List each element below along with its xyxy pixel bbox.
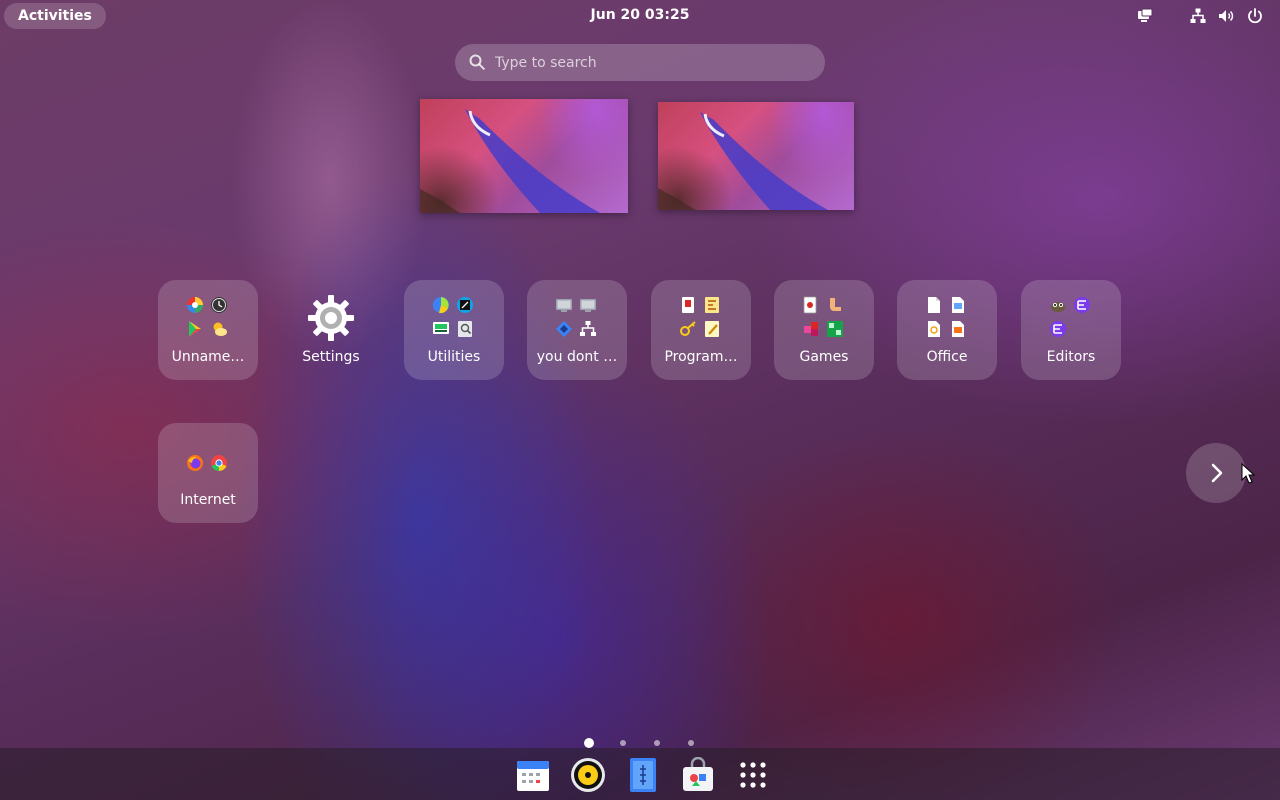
folder-label: Internet (180, 492, 236, 508)
gimp-icon (1049, 296, 1067, 314)
monitor-icon (432, 320, 450, 338)
text-editor-icon[interactable] (625, 757, 661, 793)
power-icon[interactable] (1246, 7, 1264, 25)
clock: Jun 20 03:25 (0, 7, 1280, 23)
folder-label: Program… (664, 349, 738, 365)
draw-icon (925, 320, 943, 338)
page-dot-4[interactable] (688, 740, 694, 746)
mouse-pointer-icon (1241, 463, 1255, 484)
calendar-icon[interactable] (515, 757, 551, 793)
search-input[interactable] (495, 44, 815, 81)
page-indicator (0, 738, 1280, 748)
app-folder-programming[interactable]: Program… (651, 280, 751, 380)
chrome-icon (210, 454, 228, 472)
app-settings[interactable]: Settings (281, 280, 381, 380)
app-folder-editors[interactable]: Editors (1021, 280, 1121, 380)
clock-icon (210, 296, 228, 314)
folder-label: Editors (1046, 349, 1096, 365)
color-picker-icon (186, 296, 204, 314)
red-app-icon (679, 296, 697, 314)
top-bar: Activities Jun 20 03:25 (0, 0, 1280, 32)
clock-label[interactable]: Jun 20 03:25 (591, 7, 690, 23)
display-icon[interactable] (1136, 7, 1154, 25)
folder-label: Office (926, 349, 968, 365)
page-dot-3[interactable] (654, 740, 660, 746)
connection-icon (555, 320, 573, 338)
terminal-icon (555, 296, 573, 314)
folder-label: you dont … (536, 349, 618, 365)
wallpaper-thumbnail (420, 109, 600, 213)
spreadsheet-icon (949, 296, 967, 314)
folder-label: Games (799, 349, 849, 365)
wallpaper-thumbnail (658, 112, 828, 210)
volume-icon[interactable] (1217, 7, 1235, 25)
folder-label: Unname… (171, 349, 245, 365)
app-folder-unnamed[interactable]: Unname… (158, 280, 258, 380)
chevron-right-icon (1211, 463, 1223, 483)
app-folder-utilities[interactable]: Utilities (404, 280, 504, 380)
activities-button[interactable]: Activities (4, 3, 106, 29)
key-icon (679, 320, 697, 338)
play-store-icon (186, 320, 204, 338)
document-scanner-icon (456, 320, 474, 338)
weather-icon (210, 320, 228, 338)
mines-icon (826, 320, 844, 338)
app-label: Settings (302, 349, 360, 365)
app-folder-internet[interactable]: Internet (158, 423, 258, 523)
next-page-button[interactable] (1186, 443, 1246, 503)
text-editor-icon (703, 320, 721, 338)
app-folder-you-dont[interactable]: you dont … (527, 280, 627, 380)
search-icon (469, 54, 485, 70)
document-icon (925, 296, 943, 314)
presentation-icon (949, 320, 967, 338)
workspace-thumbnail-1[interactable] (420, 99, 628, 213)
show-apps-icon[interactable] (735, 757, 771, 793)
app-folder-games[interactable]: Games (774, 280, 874, 380)
software-store-icon[interactable] (680, 757, 716, 793)
screenshot-icon (456, 296, 474, 314)
network-tree-icon (579, 320, 597, 338)
rhythmbox-icon[interactable] (570, 757, 606, 793)
emacs-icon (1049, 320, 1067, 338)
page-dot-1[interactable] (584, 738, 594, 748)
solitaire-icon (802, 296, 820, 314)
network-icon[interactable] (1189, 7, 1207, 25)
puzzle-icon (802, 320, 820, 338)
diff-tool-icon (703, 296, 721, 314)
folder-label: Utilities (427, 349, 481, 365)
page-dot-2[interactable] (620, 740, 626, 746)
emacs-icon (1073, 296, 1091, 314)
gear-icon (307, 294, 355, 342)
terminal-icon (579, 296, 597, 314)
app-folder-office[interactable]: Office (897, 280, 997, 380)
arm-icon (826, 296, 844, 314)
workspace-thumbnail-2[interactable] (658, 102, 854, 210)
firefox-icon (186, 454, 204, 472)
search-bar[interactable] (455, 44, 825, 81)
disk-usage-icon (432, 296, 450, 314)
